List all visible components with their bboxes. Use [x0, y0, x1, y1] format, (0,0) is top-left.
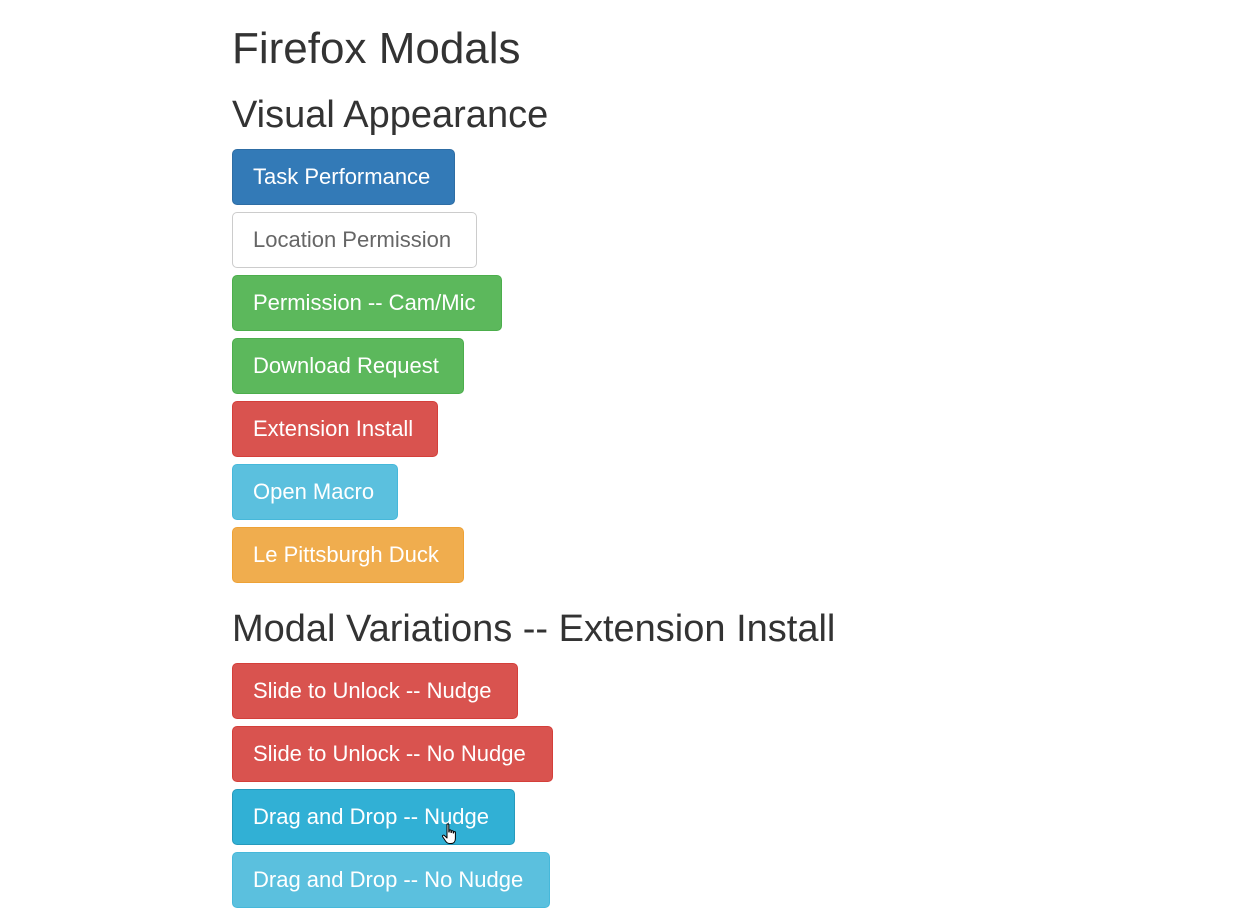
open-macro-button[interactable]: Open Macro — [232, 464, 398, 520]
slide-to-unlock-nudge-button[interactable]: Slide to Unlock -- Nudge — [232, 663, 518, 719]
extension-install-button[interactable]: Extension Install — [232, 401, 438, 457]
task-performance-button[interactable]: Task Performance — [232, 149, 455, 205]
section-heading-visual-appearance: Visual Appearance — [232, 94, 549, 136]
download-request-button[interactable]: Download Request — [232, 338, 464, 394]
drag-and-drop-no-nudge-button[interactable]: Drag and Drop -- No Nudge — [232, 852, 550, 908]
location-permission-button[interactable]: Location Permission — [232, 212, 477, 268]
section-heading-modal-variations: Modal Variations -- Extension Install — [232, 608, 836, 650]
slide-to-unlock-no-nudge-button[interactable]: Slide to Unlock -- No Nudge — [232, 726, 553, 782]
modal-variations-button-list: Slide to Unlock -- Nudge Slide to Unlock… — [232, 663, 1132, 908]
main-container: Firefox Modals Visual Appearance Task Pe… — [232, 0, 1132, 915]
drag-and-drop-nudge-button[interactable]: Drag and Drop -- Nudge — [232, 789, 515, 845]
page-title: Firefox Modals — [232, 24, 521, 73]
visual-appearance-button-list: Task Performance Location Permission Per… — [232, 149, 1132, 583]
permission-cam-mic-button[interactable]: Permission -- Cam/Mic — [232, 275, 502, 331]
le-pittsburgh-duck-button[interactable]: Le Pittsburgh Duck — [232, 527, 464, 583]
